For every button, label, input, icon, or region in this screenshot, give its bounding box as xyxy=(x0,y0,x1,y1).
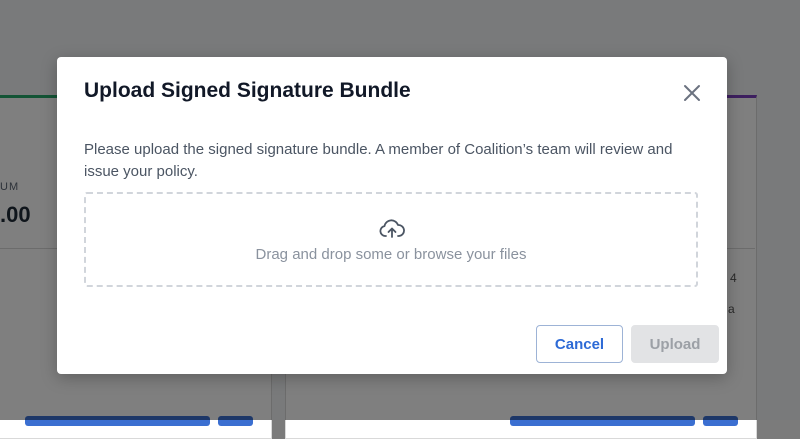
upload-dialog: Upload Signed Signature Bundle Please up… xyxy=(57,57,727,374)
close-icon xyxy=(684,85,700,101)
upload-button[interactable]: Upload xyxy=(631,325,719,363)
cloud-upload-icon xyxy=(379,219,405,238)
close-button[interactable] xyxy=(679,80,705,106)
dialog-title: Upload Signed Signature Bundle xyxy=(84,79,411,102)
cancel-button[interactable]: Cancel xyxy=(536,325,623,363)
dropzone-text: Drag and drop some or browse your files xyxy=(255,246,527,263)
dialog-description: Please upload the signed signature bundl… xyxy=(84,141,673,180)
file-dropzone[interactable]: Drag and drop some or browse your files xyxy=(84,192,698,287)
